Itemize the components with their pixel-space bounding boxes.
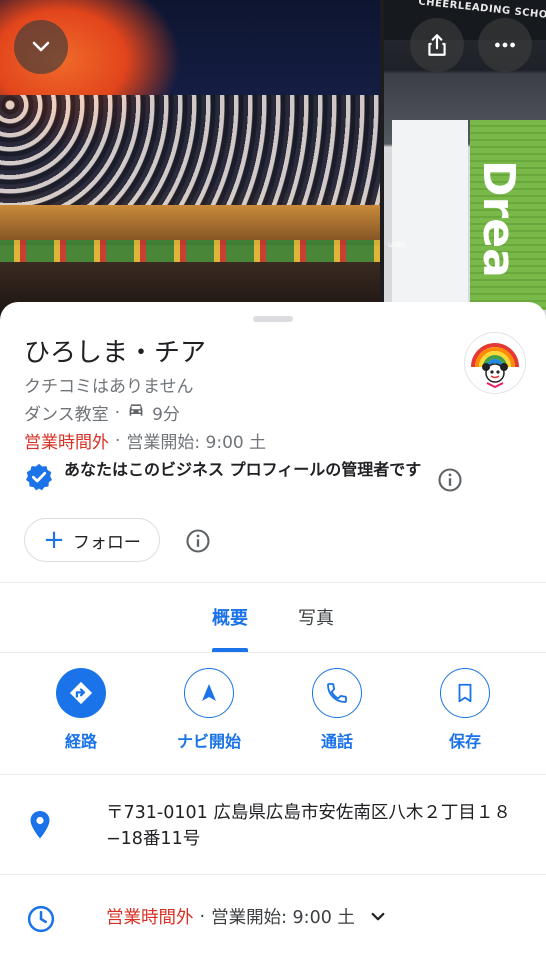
category-text: ダンス教室	[24, 405, 109, 425]
start-navigation-label: ナビ開始	[176, 732, 241, 751]
follow-label: フォロー	[72, 532, 141, 553]
place-details-sheet: ひろしま・チア クチコミはありません ダンス教室 · 9分 営業時間外 · 営業…	[0, 302, 546, 960]
car-icon	[126, 402, 146, 423]
divider	[0, 774, 546, 775]
follow-info-button[interactable]	[184, 527, 212, 555]
owner-notice-text: あなたはこのビジネス プロフィールの管理者です	[64, 460, 422, 479]
photo-studio-text: udio	[388, 240, 406, 249]
separator-dot: ·	[199, 906, 206, 927]
chevron-down-icon	[371, 912, 385, 920]
drive-time: 9分	[152, 405, 180, 425]
owner-info-button[interactable]	[436, 466, 464, 494]
save-button[interactable]: 保存	[410, 668, 520, 752]
place-name: ひろしま・チア	[24, 338, 207, 368]
follow-button[interactable]: + フォロー	[24, 518, 160, 562]
directions-circle	[56, 668, 106, 718]
bookmark-icon	[458, 683, 472, 703]
address-row[interactable]: 〒731-0101 広島県広島市安佐南区八木２丁目１８−18番11号	[0, 776, 546, 876]
call-button[interactable]: 通話	[282, 668, 392, 752]
more-horiz-icon	[495, 42, 515, 48]
hours-opening-time: 営業開始: 9:00 土	[211, 908, 355, 928]
photo-carousel[interactable]: CHEERLEADING SCHOOL udio Drea	[0, 0, 546, 320]
share-icon	[428, 34, 446, 56]
owner-notice: あなたはこのビジネス プロフィールの管理者です	[24, 458, 524, 508]
info-icon	[438, 468, 462, 492]
start-navigation-button[interactable]: ナビ開始	[154, 668, 264, 752]
tab-overview-label: 概要	[212, 608, 248, 629]
photo-performers	[0, 95, 380, 215]
divider	[0, 874, 546, 875]
directions-button[interactable]: 経路	[26, 668, 136, 752]
divider	[0, 652, 546, 653]
photo-stage-decoration	[0, 240, 380, 264]
navigation-icon	[202, 684, 216, 701]
verified-badge-icon	[24, 462, 54, 496]
save-circle	[440, 668, 490, 718]
plus-icon: +	[43, 525, 65, 555]
more-options-button[interactable]	[478, 18, 532, 72]
business-logo[interactable]	[464, 332, 526, 394]
divider	[0, 582, 546, 583]
separator-dot: ·	[115, 430, 121, 451]
directions-icon	[69, 681, 93, 705]
collapse-button[interactable]	[14, 20, 68, 74]
opening-time: 営業開始: 9:00 土	[126, 433, 267, 453]
rainbow-mascot-icon	[471, 343, 519, 389]
photo-stage-floor	[0, 205, 380, 245]
expand-hours-button[interactable]	[369, 908, 387, 926]
status-closed: 営業時間外	[24, 433, 109, 453]
hours-summary[interactable]: 営業時間外 · 営業開始: 9:00 土	[24, 428, 267, 454]
call-circle	[312, 668, 362, 718]
tab-photos[interactable]: 写真	[286, 604, 346, 650]
separator-dot: ·	[114, 402, 121, 423]
hours-row[interactable]: 営業時間外 · 営業開始: 9:00 土	[0, 876, 546, 960]
navigation-circle	[184, 668, 234, 718]
share-button[interactable]	[410, 18, 464, 72]
hours-status-closed: 営業時間外	[106, 908, 194, 928]
call-label: 通話	[320, 732, 353, 751]
photo-door	[392, 120, 468, 310]
address-text: 〒731-0101 広島県広島市安佐南区八木２丁目１８−18番11号	[106, 803, 511, 849]
hours-text: 営業時間外 · 営業開始: 9:00 土	[106, 904, 387, 929]
tab-photos-label: 写真	[298, 608, 334, 629]
photo-shutter-text: Drea	[473, 160, 524, 278]
chevron-down-icon	[32, 41, 50, 52]
reviews-summary[interactable]: クチコミはありません	[24, 372, 194, 397]
reviews-text: クチコミはありません	[24, 377, 194, 397]
directions-label: 経路	[64, 732, 97, 751]
category-line: ダンス教室 · 9分	[24, 400, 180, 426]
tab-overview[interactable]: 概要	[200, 604, 260, 650]
clock-icon	[26, 904, 56, 938]
drag-handle[interactable]	[253, 316, 293, 322]
save-label: 保存	[448, 732, 481, 751]
info-icon	[186, 529, 210, 553]
location-pin-icon	[28, 810, 52, 844]
phone-icon	[327, 683, 347, 703]
